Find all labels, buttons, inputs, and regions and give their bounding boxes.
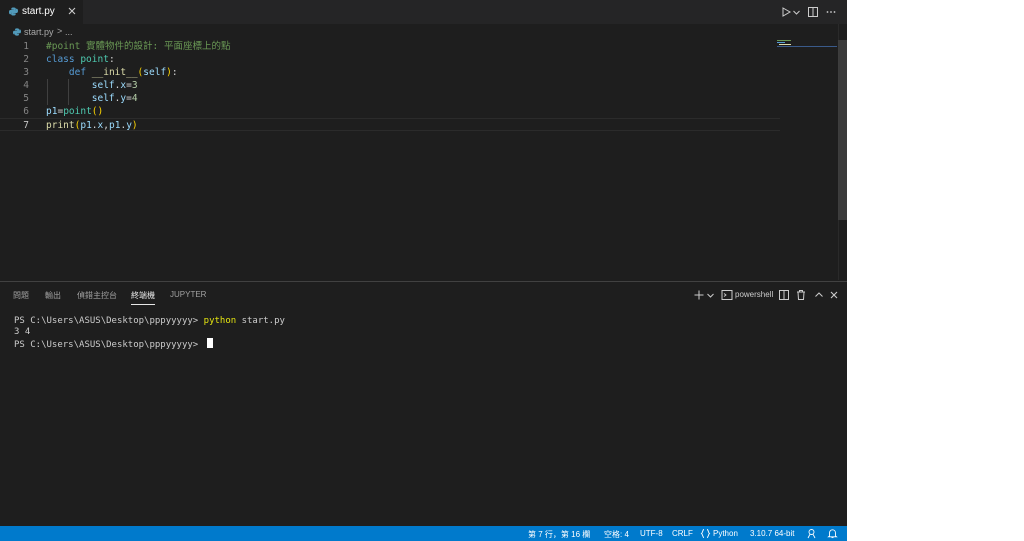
terminal-line: 3 4: [14, 327, 834, 338]
code-text: class point:: [46, 53, 115, 66]
terminal-line: PS C:\Users\ASUS\Desktop\pppyyyyy>: [14, 338, 834, 350]
code-text: p1=point(): [46, 105, 103, 118]
line-number: 2: [23, 54, 29, 65]
python-interpreter[interactable]: 3.10.7 64-bit: [750, 529, 794, 538]
code-token: p1: [80, 120, 92, 131]
terminal-icon: [721, 290, 733, 300]
line-number: 4: [23, 80, 29, 91]
encoding[interactable]: UTF-8: [640, 529, 663, 538]
tab-terminal[interactable]: 終端機: [131, 290, 155, 305]
trash-icon[interactable]: [795, 289, 807, 301]
cursor-position[interactable]: 第 7 行，第 16 欄: [528, 529, 590, 540]
line-number: 6: [23, 106, 29, 117]
close-icon[interactable]: [828, 289, 840, 301]
line-number: 1: [23, 41, 29, 52]
code-token: point: [80, 54, 109, 65]
code-text: #point 實體物件的設計: 平面座標上的點: [46, 40, 230, 53]
editor-scrollbar[interactable]: [838, 40, 847, 220]
chevron-down-icon[interactable]: [706, 289, 715, 301]
code-token: self: [91, 80, 115, 91]
code-line[interactable]: 4 self.x=3: [0, 79, 780, 92]
code-token: p1: [46, 106, 58, 117]
chevron-up-icon[interactable]: [813, 289, 825, 301]
code-token: __init__: [91, 67, 138, 78]
code-token: self: [143, 67, 167, 78]
tab-problems[interactable]: 問題: [13, 290, 29, 304]
code-token: class: [46, 54, 81, 65]
close-icon[interactable]: [66, 5, 78, 17]
code-text: print(p1.x,p1.y): [46, 119, 138, 132]
breadcrumb-separator: >: [57, 26, 63, 36]
tab-bar: start.py: [0, 0, 847, 24]
breadcrumb-more[interactable]: ...: [65, 27, 73, 37]
code-line[interactable]: 7 print(p1.x,p1.y): [0, 118, 780, 131]
tab-label: start.py: [22, 6, 55, 17]
terminal-command: python: [203, 316, 237, 326]
bottom-panel: 問題 輸出 偵錯主控台 終端機 JUPYTER powershell PS C:…: [0, 281, 847, 527]
breadcrumb-file[interactable]: start.py: [24, 27, 54, 37]
terminal-output[interactable]: PS C:\Users\ASUS\Desktop\pppyyyyy> pytho…: [14, 316, 834, 350]
code-text: self.y=4: [46, 92, 138, 105]
terminal-args: start.py: [236, 316, 285, 326]
code-token: 4: [131, 93, 138, 104]
code-token: p1: [109, 120, 121, 131]
more-actions-icon[interactable]: [825, 6, 837, 18]
code-token: 3: [131, 80, 138, 91]
terminal-shell-label[interactable]: powershell: [735, 290, 773, 299]
python-file-icon: [9, 7, 18, 16]
code-token: point: [63, 106, 92, 117]
code-token: :: [108, 54, 115, 65]
split-terminal-icon[interactable]: [778, 289, 790, 301]
line-number: 3: [23, 67, 29, 78]
line-number: 7: [23, 120, 29, 131]
code-token: #point 實體物件的設計: 平面座標上的點: [46, 41, 231, 52]
minimap-line: [777, 46, 837, 47]
braces-icon: [700, 529, 711, 538]
indentation[interactable]: 空格: 4: [604, 529, 629, 540]
code-token: print: [46, 120, 75, 131]
minimap[interactable]: [775, 40, 837, 50]
vscode-window: start.py start.py > ... 1 #point 實體物件的設計…: [0, 0, 847, 541]
code-token: (): [91, 106, 104, 117]
breadcrumb: start.py > ...: [0, 26, 600, 40]
code-line[interactable]: 2 class point:: [0, 53, 780, 66]
terminal-line: PS C:\Users\ASUS\Desktop\pppyyyyy> pytho…: [14, 316, 834, 327]
tab-debug-console[interactable]: 偵錯主控台: [77, 290, 117, 304]
status-bar: 第 7 行，第 16 欄 空格: 4 UTF-8 CRLF Python 3.1…: [0, 526, 847, 541]
terminal-cursor: [206, 338, 213, 348]
code-line[interactable]: 5 self.y=4: [0, 92, 780, 105]
line-ending[interactable]: CRLF: [672, 529, 693, 538]
code-token: :: [171, 67, 178, 78]
terminal-prompt: PS C:\Users\ASUS\Desktop\pppyyyyy>: [14, 340, 204, 350]
code-text: def __init__(self):: [46, 66, 178, 79]
add-terminal-icon[interactable]: [693, 289, 705, 301]
line-number: 5: [23, 93, 29, 104]
language-mode[interactable]: Python: [713, 529, 738, 538]
terminal-prompt: PS C:\Users\ASUS\Desktop\pppyyyyy>: [14, 316, 204, 326]
code-token: ): [131, 120, 138, 131]
minimap-line: [779, 44, 791, 45]
code-line[interactable]: 1 #point 實體物件的設計: 平面座標上的點: [0, 40, 780, 53]
code-line[interactable]: 6 p1=point(): [0, 105, 780, 118]
code-line[interactable]: 3 def __init__(self):: [0, 66, 780, 79]
minimap-line: [777, 42, 785, 43]
code-text: self.x=3: [46, 79, 138, 92]
tab-jupyter[interactable]: JUPYTER: [170, 290, 206, 304]
split-editor-icon[interactable]: [807, 6, 819, 18]
code-token: self: [91, 93, 115, 104]
bell-icon[interactable]: [827, 528, 838, 539]
tab-output[interactable]: 輸出: [45, 290, 61, 304]
tab-start-py[interactable]: start.py: [0, 0, 83, 24]
run-icon[interactable]: [780, 6, 792, 18]
code-token: def: [68, 67, 92, 78]
python-file-icon: [13, 28, 21, 36]
chevron-down-icon[interactable]: [792, 6, 801, 18]
terminal-result: 3 4: [14, 327, 31, 337]
minimap-line: [777, 40, 791, 41]
code-editor[interactable]: 1 #point 實體物件的設計: 平面座標上的點 2 class point: 3 d…: [0, 40, 838, 280]
feedback-icon[interactable]: [806, 528, 817, 539]
